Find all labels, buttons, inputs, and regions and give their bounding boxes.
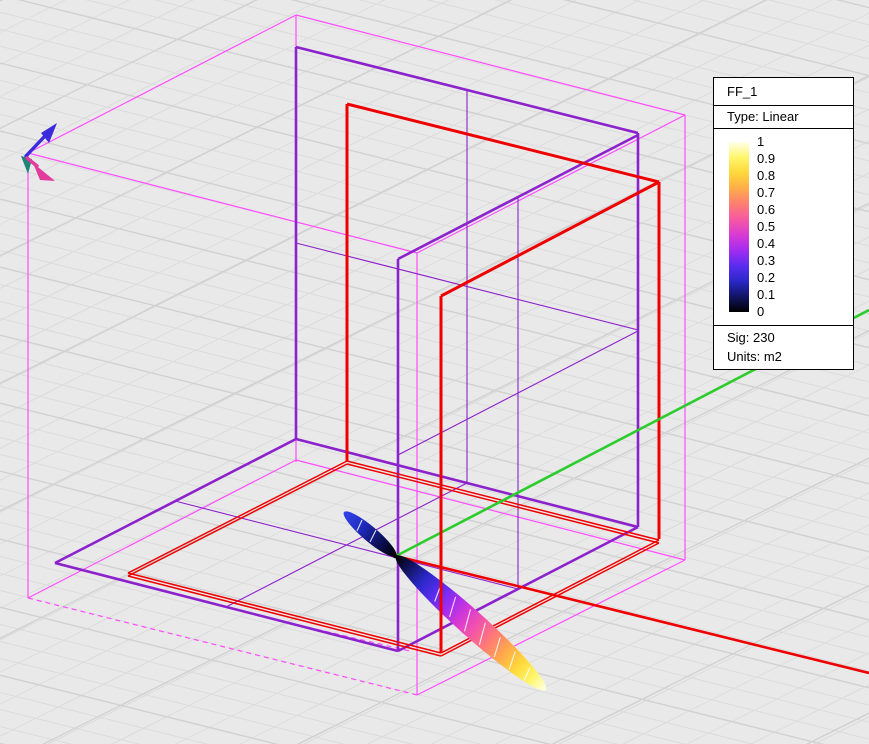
red-plates: [127, 102, 661, 657]
colorbar-tick: 0.9: [757, 151, 776, 166]
main-lobe: [395, 555, 547, 691]
colorbar-tick: 0.1: [757, 287, 776, 302]
legend-footer: Sig: 230 Units: m2: [714, 326, 853, 369]
viewport-3d[interactable]: FF_1 Type: Linear 1 0.9 0.8 0.7 0.6 0.5 0.4 0.3…: [0, 0, 869, 744]
back-lobe: [343, 511, 397, 557]
legend-colorbar-section: 1 0.9 0.8 0.7 0.6 0.5 0.4 0.3 0.2 0.1 0: [714, 129, 853, 326]
colorbar-tick: 0.6: [757, 202, 776, 217]
colorbar-tick: 0.4: [757, 236, 776, 251]
colorbar-tick: 0.5: [757, 219, 776, 234]
colorbar-tick: 0.2: [757, 270, 776, 285]
legend-units-label: Units: m2: [727, 349, 782, 364]
legend-sig-label: Sig: 230: [727, 330, 775, 345]
legend-panel[interactable]: FF_1 Type: Linear 1 0.9 0.8 0.7 0.6 0.5 0.4 0.3…: [713, 77, 854, 370]
legend-title: FF_1: [714, 78, 853, 106]
pattern-center-dot: [392, 553, 398, 559]
colorbar-tick: 0.8: [757, 168, 776, 183]
radiation-pattern: [343, 511, 547, 691]
colorbar: [729, 142, 749, 312]
colorbar-tick: 1: [757, 134, 765, 149]
axis-triad: [21, 123, 57, 181]
colorbar-tick: 0.3: [757, 253, 776, 268]
bounding-box: [27, 14, 686, 696]
colorbar-tick: 0.7: [757, 185, 776, 200]
colorbar-tick: 0: [757, 304, 765, 319]
legend-type-label: Type: Linear: [714, 106, 853, 129]
